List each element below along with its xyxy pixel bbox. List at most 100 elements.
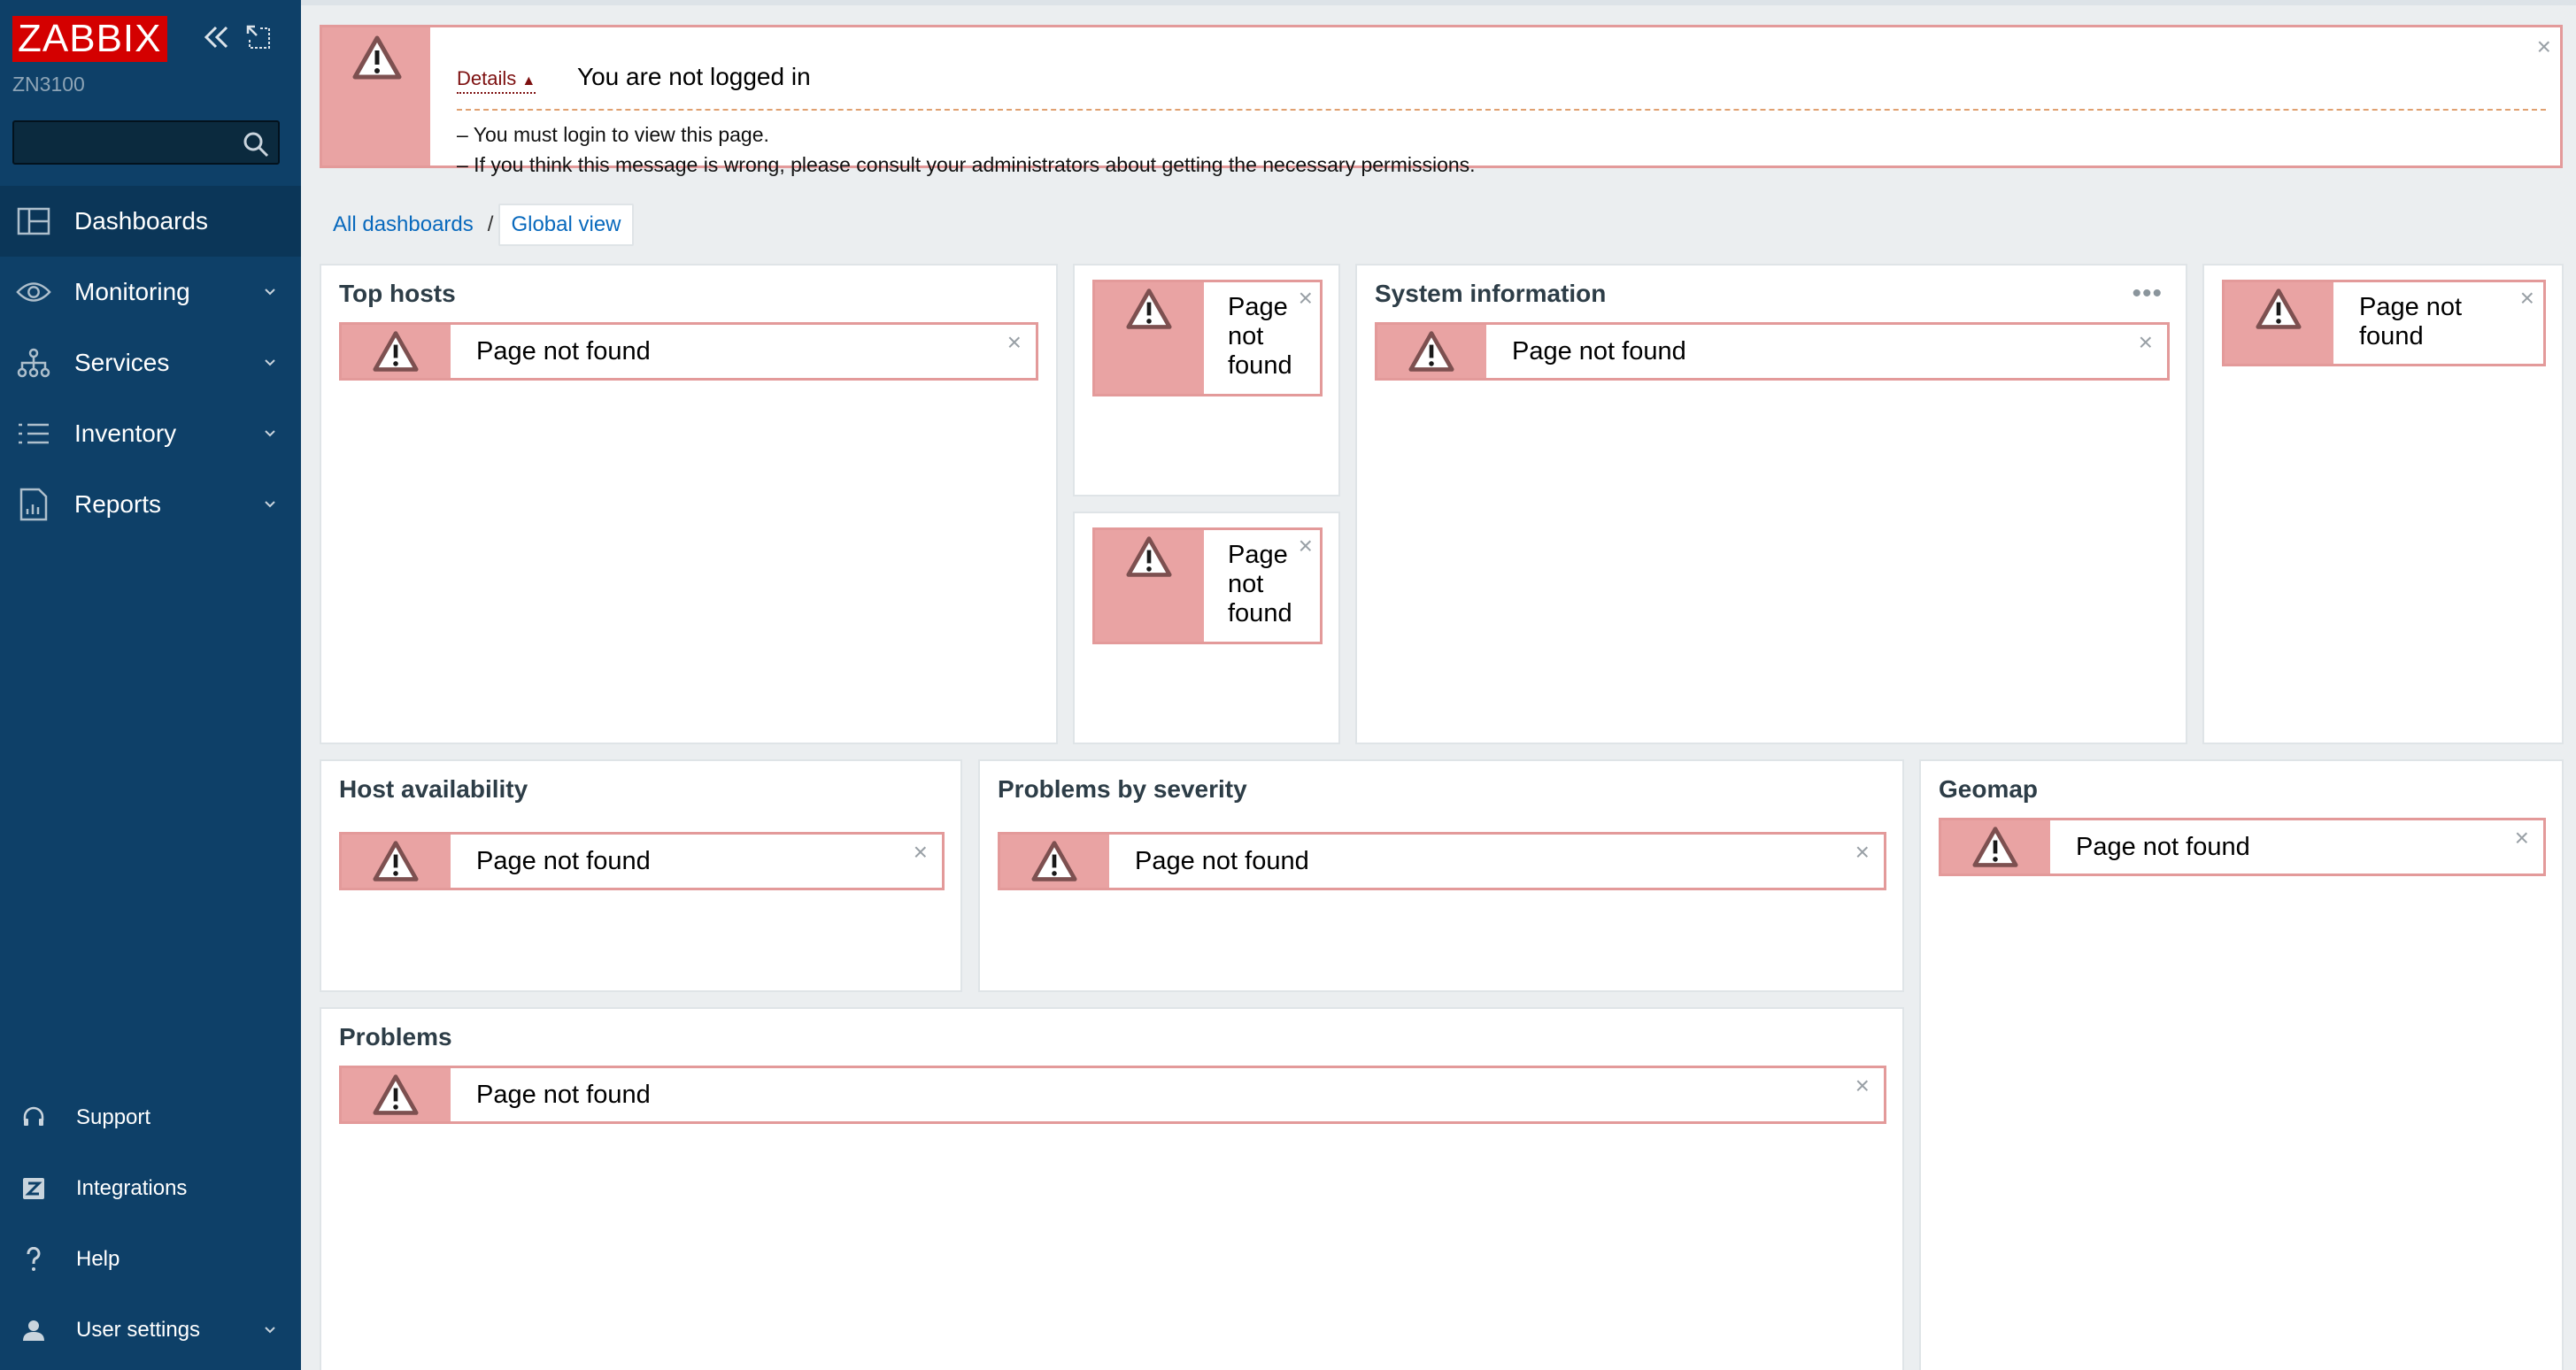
menu-item-help[interactable]: Help xyxy=(0,1224,301,1295)
close-icon[interactable]: × xyxy=(1299,286,1313,311)
login-error-message: Details ▲ You are not logged in × – You … xyxy=(320,25,2563,176)
error-severity-bar xyxy=(342,1068,451,1121)
error-severity-bar xyxy=(1000,835,1109,888)
chevron-down-icon xyxy=(262,496,278,512)
error-text: Page not found xyxy=(476,847,651,875)
divider xyxy=(457,109,2546,111)
collapse-sidebar-icon[interactable] xyxy=(198,19,234,55)
warning-icon xyxy=(371,1072,420,1122)
message-severity-bar xyxy=(322,27,430,165)
error-text-line: Page xyxy=(1228,541,1288,569)
chevron-down-icon xyxy=(262,355,278,371)
menu-item-label: Dashboards xyxy=(74,207,208,235)
widget-title: Top hosts xyxy=(339,280,456,307)
widget-error: Page not found × xyxy=(1939,818,2546,876)
top-divider xyxy=(301,0,2576,5)
widget-unnamed-a: Page not found × xyxy=(1073,264,1340,496)
breadcrumb: All dashboards / Global view xyxy=(324,204,634,246)
breadcrumb-all-dashboards[interactable]: All dashboards xyxy=(324,212,482,237)
menu-item-label: Reports xyxy=(74,490,162,518)
error-text-line: found xyxy=(1228,351,1292,380)
menu-item-inventory[interactable]: Inventory xyxy=(0,398,301,469)
close-icon[interactable]: × xyxy=(2537,35,2551,59)
widget-title: Geomap xyxy=(1939,775,2039,803)
menu-item-reports[interactable]: Reports xyxy=(0,469,301,540)
message-title: You are not logged in xyxy=(577,63,811,90)
widget-host-availability: Host availability Page not found × xyxy=(320,759,962,992)
search-box xyxy=(12,120,280,165)
error-severity-bar xyxy=(1941,820,2050,874)
eye-icon xyxy=(16,274,51,310)
breadcrumb-global-view[interactable]: Global view xyxy=(498,204,634,246)
breadcrumb-separator: / xyxy=(487,212,494,236)
error-text: Page not found xyxy=(1135,847,1309,875)
menu-item-label: Support xyxy=(76,1105,151,1129)
close-icon[interactable]: × xyxy=(1007,330,1022,355)
error-text-line: Page xyxy=(1228,293,1288,321)
error-text: Page not found xyxy=(2076,833,2250,861)
warning-icon xyxy=(371,328,420,379)
zabbix-logo[interactable]: ZABBIX xyxy=(12,16,167,62)
close-icon[interactable]: × xyxy=(1855,840,1870,865)
details-label: Details xyxy=(457,67,517,89)
error-text: Page not found xyxy=(476,337,651,366)
menu-item-label: Help xyxy=(76,1247,120,1271)
widget-error: Page not found × xyxy=(2222,280,2546,366)
menu-item-dashboards[interactable]: Dashboards xyxy=(0,186,301,257)
details-toggle[interactable]: Details ▲ xyxy=(457,68,536,94)
widget-error: Page not found × xyxy=(1092,527,1323,644)
error-text: Page not found xyxy=(1512,337,1686,366)
error-severity-bar xyxy=(1095,282,1204,394)
error-text: Page not found xyxy=(1228,293,1292,381)
widget-problems: Problems Page not found × xyxy=(320,1007,1904,1370)
error-text-line: not xyxy=(1228,570,1264,598)
widget-error: Page not found × xyxy=(339,1066,1886,1124)
close-icon[interactable]: × xyxy=(2520,286,2534,311)
chevron-down-icon xyxy=(262,426,278,442)
error-severity-bar xyxy=(342,835,451,888)
menu-item-services[interactable]: Services xyxy=(0,327,301,398)
widget-title: System information xyxy=(1375,280,1607,307)
warning-icon xyxy=(1124,286,1174,336)
error-text-line: not xyxy=(1228,322,1264,350)
close-icon[interactable]: × xyxy=(914,840,928,865)
widget-problems-by-severity: Problems by severity Page not found × xyxy=(978,759,1904,992)
widget-error: Page not found × xyxy=(339,832,945,890)
error-text-line: found xyxy=(2359,322,2424,350)
widget-unnamed-b: Page not found × xyxy=(1073,512,1340,744)
close-icon[interactable]: × xyxy=(1299,534,1313,558)
integrations-icon xyxy=(18,1173,50,1205)
menu-item-label: Monitoring xyxy=(74,278,190,305)
list-icon xyxy=(16,416,51,451)
menu-item-label: Services xyxy=(74,349,170,376)
menu-item-label: User settings xyxy=(76,1318,201,1342)
dashboard-icon xyxy=(16,204,51,239)
widget-geomap: Geomap Page not found × xyxy=(1919,759,2564,1370)
error-severity-bar xyxy=(342,325,451,378)
chevron-down-icon xyxy=(262,1322,278,1338)
widget-actions-icon[interactable]: ••• xyxy=(2132,281,2163,307)
menu-item-user-settings[interactable]: User settings xyxy=(0,1295,301,1366)
warning-icon xyxy=(2254,286,2303,336)
search-input[interactable] xyxy=(14,122,278,163)
widget-title: Host availability xyxy=(339,775,528,803)
warning-icon xyxy=(1971,824,2020,874)
error-text: Page not found xyxy=(1228,541,1292,628)
widget-error: Page not found × xyxy=(339,322,1038,381)
close-icon[interactable]: × xyxy=(2139,330,2153,355)
error-text: Page not found xyxy=(476,1081,651,1109)
menu-item-support[interactable]: Support xyxy=(0,1082,301,1153)
warning-icon xyxy=(351,33,404,87)
caret-up-icon: ▲ xyxy=(521,73,536,89)
error-text-line: found xyxy=(1228,599,1292,627)
kiosk-mode-icon[interactable] xyxy=(241,19,276,55)
widget-top-hosts: Top hosts Page not found × xyxy=(320,264,1058,744)
menu-item-label: Inventory xyxy=(74,419,177,447)
close-icon[interactable]: × xyxy=(1855,1074,1870,1098)
menu-item-monitoring[interactable]: Monitoring xyxy=(0,257,301,327)
menu-item-integrations[interactable]: Integrations xyxy=(0,1153,301,1224)
help-icon xyxy=(18,1243,50,1275)
close-icon[interactable]: × xyxy=(2515,826,2529,850)
search-icon[interactable] xyxy=(241,129,271,159)
report-icon xyxy=(16,487,51,522)
